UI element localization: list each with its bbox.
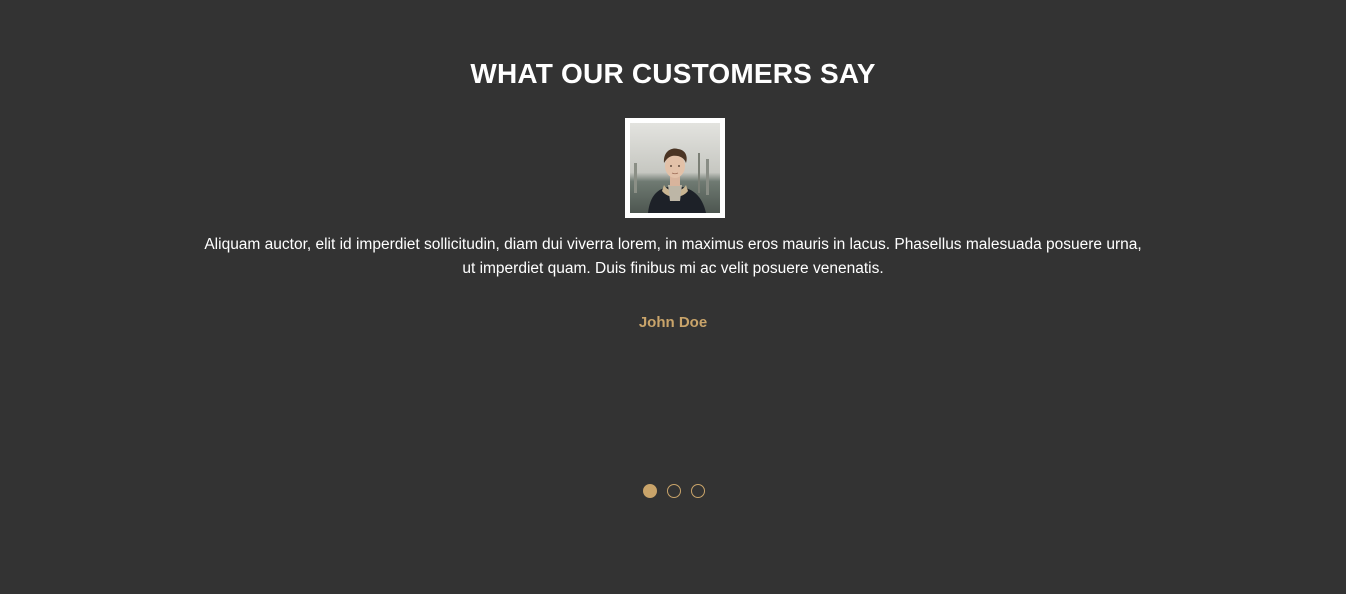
avatar-frame (625, 118, 725, 218)
testimonial-quote: Aliquam auctor, elit id imperdiet sollic… (204, 236, 1142, 277)
testimonials-section: WHAT OUR CUSTOMERS SAY Aliquam auctor, e… (0, 0, 1346, 594)
carousel-dot-2[interactable] (667, 484, 681, 498)
avatar (630, 123, 720, 213)
carousel-dot-1[interactable] (643, 484, 657, 498)
carousel-pagination (643, 484, 705, 498)
testimonial-author: John Doe (638, 314, 708, 331)
section-title: WHAT OUR CUSTOMERS SAY (470, 58, 876, 89)
carousel-dot-3[interactable] (691, 484, 705, 498)
